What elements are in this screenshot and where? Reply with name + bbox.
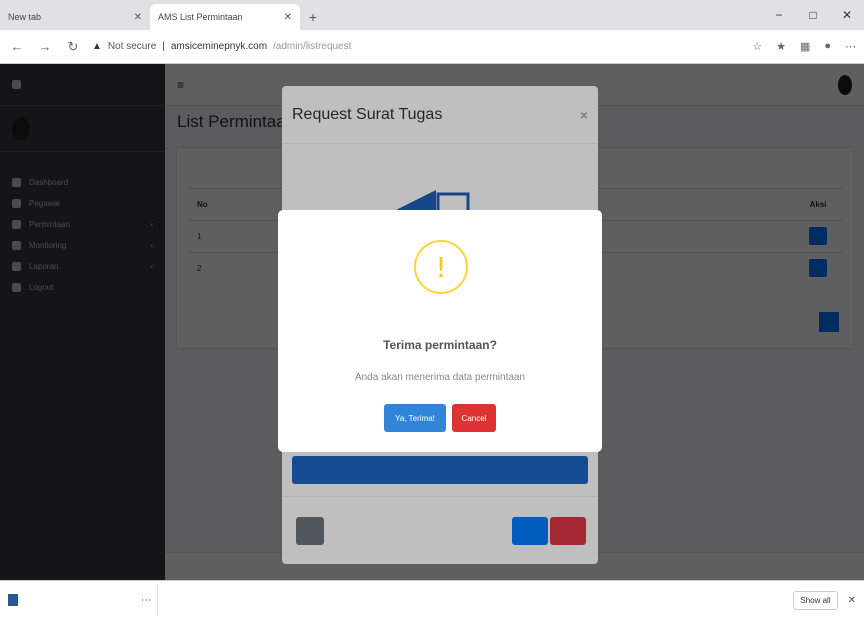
new-tab-button[interactable]: + xyxy=(300,4,326,30)
close-window-button[interactable]: ✕ xyxy=(830,8,864,22)
reload-icon[interactable]: ↻ xyxy=(64,39,82,55)
forward-icon[interactable]: → xyxy=(36,39,54,54)
browser-toolbar: ☆ ★ ▦ ● ⋯ xyxy=(752,40,856,53)
show-all-button[interactable]: Show all xyxy=(793,590,838,610)
confirm-dialog: ! Terima permintaan? Anda akan menerima … xyxy=(278,210,602,452)
word-file-icon xyxy=(8,594,18,606)
dialog-text: Anda akan menerima data permintaan xyxy=(354,372,526,383)
url-path: /admin/listrequest xyxy=(273,41,352,52)
download-shelf: ⋯ Show all ✕ xyxy=(0,580,864,619)
collections-icon[interactable]: ▦ xyxy=(800,40,810,53)
download-item[interactable]: ⋯ xyxy=(8,585,158,615)
browser-tab-newtab[interactable]: New tab ✕ xyxy=(0,4,150,30)
url-domain: amsiceminepnyk.com xyxy=(170,41,268,52)
window-controls: − □ ✕ xyxy=(762,0,864,30)
not-secure-label: Not secure xyxy=(107,41,157,52)
confirm-button[interactable]: Ya, Terima! xyxy=(384,404,446,432)
url-field[interactable]: ▲ Not secure | amsiceminepnyk.com/admin/… xyxy=(92,35,742,59)
warning-icon: ! xyxy=(414,240,468,294)
warning-icon: ▲ xyxy=(92,41,102,52)
tab-label: New tab xyxy=(8,12,42,22)
tab-label: AMS List Permintaan xyxy=(158,12,243,22)
back-icon[interactable]: ← xyxy=(8,39,26,54)
dialog-title: Terima permintaan? xyxy=(383,338,497,352)
minimize-button[interactable]: − xyxy=(762,8,796,22)
tab-close-icon[interactable]: ✕ xyxy=(284,12,292,23)
download-menu-icon[interactable]: ⋯ xyxy=(141,595,157,606)
browser-tabbar: New tab ✕ AMS List Permintaan ✕ + − □ ✕ xyxy=(0,0,864,30)
address-bar: ← → ↻ ▲ Not secure | amsiceminepnyk.com /… xyxy=(0,30,864,64)
maximize-button[interactable]: □ xyxy=(796,8,830,22)
browser-tab-active[interactable]: AMS List Permintaan ✕ xyxy=(150,4,300,30)
close-icon[interactable]: ✕ xyxy=(848,595,856,606)
url-separator: | xyxy=(162,41,165,52)
cancel-button[interactable]: Cancel xyxy=(452,404,496,432)
menu-icon[interactable]: ⋯ xyxy=(845,40,856,53)
tab-close-icon[interactable]: ✕ xyxy=(134,12,142,23)
favorites-icon[interactable]: ★ xyxy=(776,40,786,53)
star-icon[interactable]: ☆ xyxy=(752,40,762,53)
profile-icon[interactable]: ● xyxy=(824,40,831,53)
